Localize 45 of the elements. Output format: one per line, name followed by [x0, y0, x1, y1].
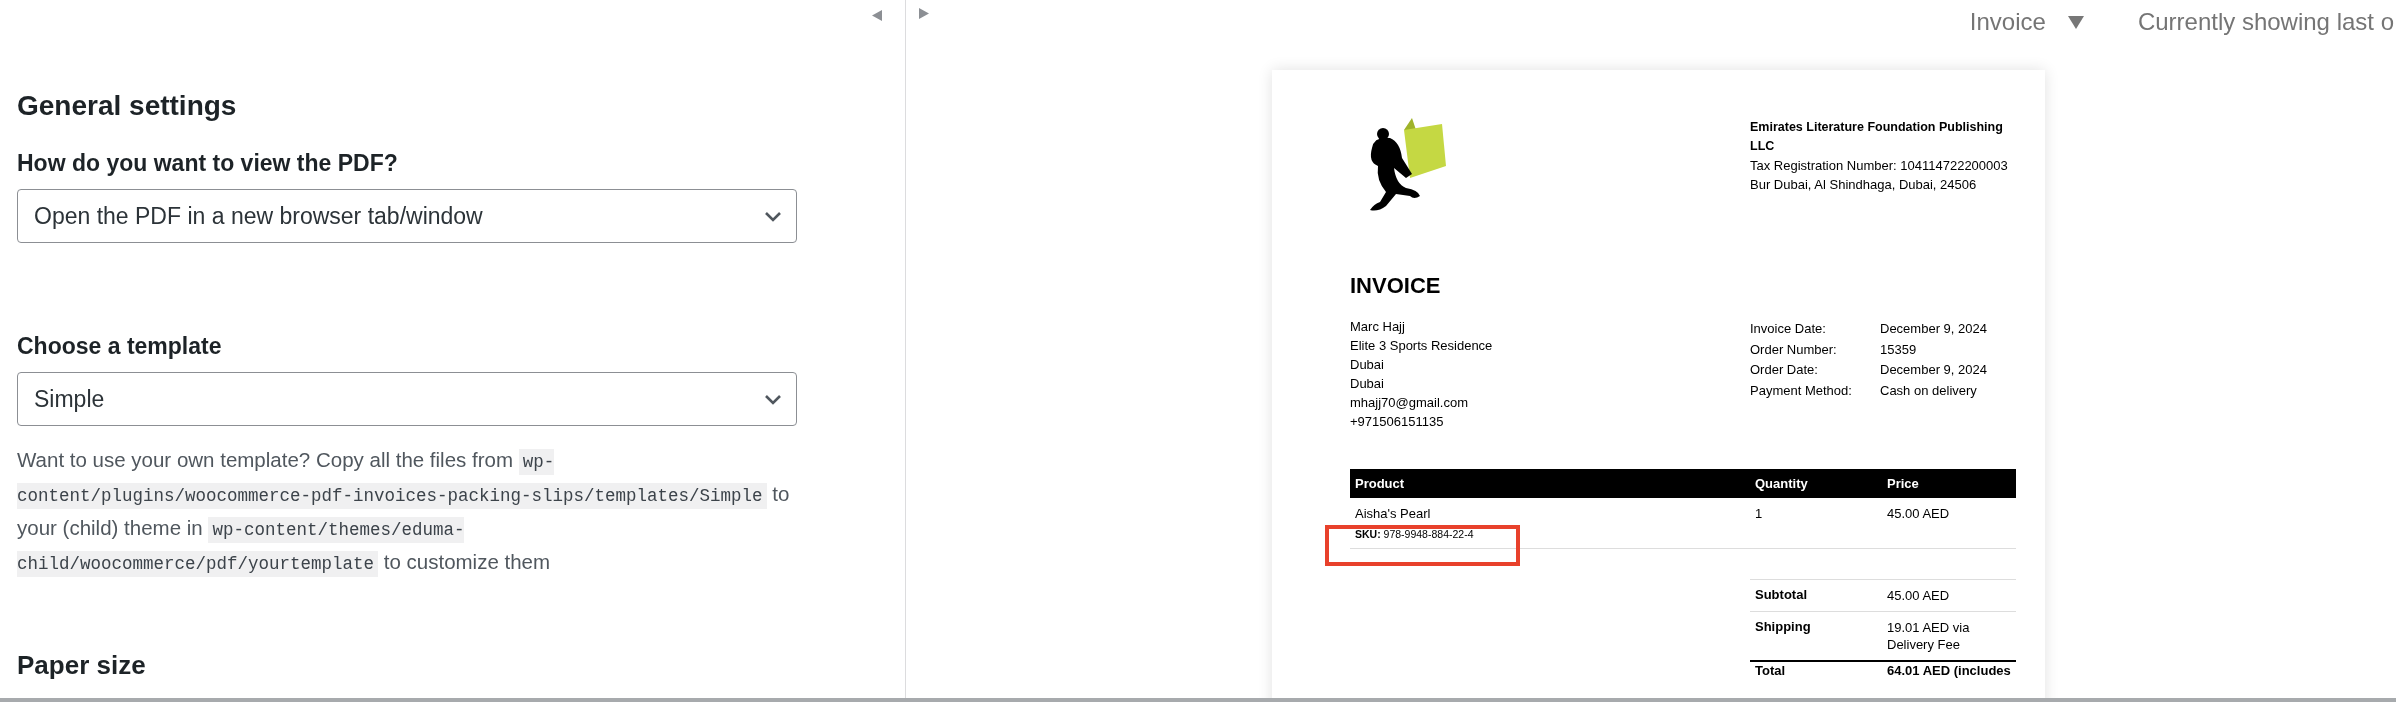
billing-line: Dubai: [1350, 356, 1385, 374]
total-label: Total: [1754, 662, 1787, 680]
meta-label: Payment Method:: [1750, 381, 1853, 400]
expand-right-icon[interactable]: [918, 8, 929, 19]
table-header: Product: [1350, 469, 1750, 498]
table-cell-text: 45.00 AED: [1886, 505, 1951, 523]
total-value: 45.00 AED: [1886, 587, 1951, 605]
field-label: Choose a template: [17, 333, 222, 360]
field-label: How do you want to view the PDF?: [17, 150, 398, 177]
section-title: Paper size: [17, 650, 146, 681]
billing-line: Marc Hajj: [1350, 318, 1406, 336]
section-title: General settings: [17, 90, 237, 122]
billing-line: Dubai: [1350, 375, 1385, 393]
meta-label: Invoice Date:: [1750, 320, 1827, 338]
total-value: 19.01 AED via Delivery Fee: [1886, 619, 1971, 654]
table-cell-text: 1: [1754, 505, 1764, 523]
chevron-down-icon: [764, 393, 782, 405]
total-label: Subtotal: [1754, 586, 1808, 604]
dropdown[interactable]: Open the PDF in a new browser tab/window: [17, 189, 797, 243]
billing-line: mhajj70@gmail.com: [1350, 394, 1469, 412]
meta-value: December 9, 2024: [1880, 361, 1988, 379]
dropdown[interactable]: Simple: [17, 372, 797, 426]
collapse-left-icon[interactable]: [872, 10, 883, 21]
help-text: Want to use your own template? Copy all the files from wp-content/plugins/woocommerce-pdf-invoices-packing-slips/templates/Simple to your (child) theme in wp-content/themes/eduma-child/woocommerce/pdf/yourtemplate to customize them: [17, 444, 807, 580]
table-header: Quantity: [1750, 469, 1882, 498]
total-label: Shipping: [1754, 618, 1812, 636]
chevron-down-icon: [764, 210, 782, 222]
document-title: INVOICE: [1350, 273, 1441, 299]
company-name: Emirates Literature Foundation Publishing LLC: [1750, 119, 2004, 155]
meta-label: Order Date:: [1750, 361, 1819, 379]
status-note: Currently showing last o: [2137, 8, 2394, 36]
meta-value: December 9, 2024: [1880, 320, 1988, 338]
table-cell-text: Aisha's Pearl: [1354, 505, 1432, 523]
document-type-dropdown[interactable]: Invoice: [1969, 8, 2046, 36]
billing-line: Elite 3 Sports Residence: [1350, 337, 1494, 355]
total-value: 64.01 AED (includes: [1886, 662, 2012, 680]
meta-value: 15359: [1880, 340, 1918, 359]
sku-line: SKU: 978-9948-884-22-4: [1350, 525, 2016, 549]
company-detail: Bur Dubai, Al Shindhaga, Dubai, 24506: [1750, 176, 1978, 194]
meta-label: Order Number:: [1750, 340, 1838, 359]
dropdown-arrow-icon[interactable]: [2067, 15, 2084, 29]
billing-line: +971506151135: [1350, 413, 1445, 431]
table-header: Price: [1882, 469, 2016, 498]
meta-value: Cash on delivery: [1880, 381, 1978, 400]
company-detail: Tax Registration Number: 104114722200003: [1750, 157, 2009, 175]
